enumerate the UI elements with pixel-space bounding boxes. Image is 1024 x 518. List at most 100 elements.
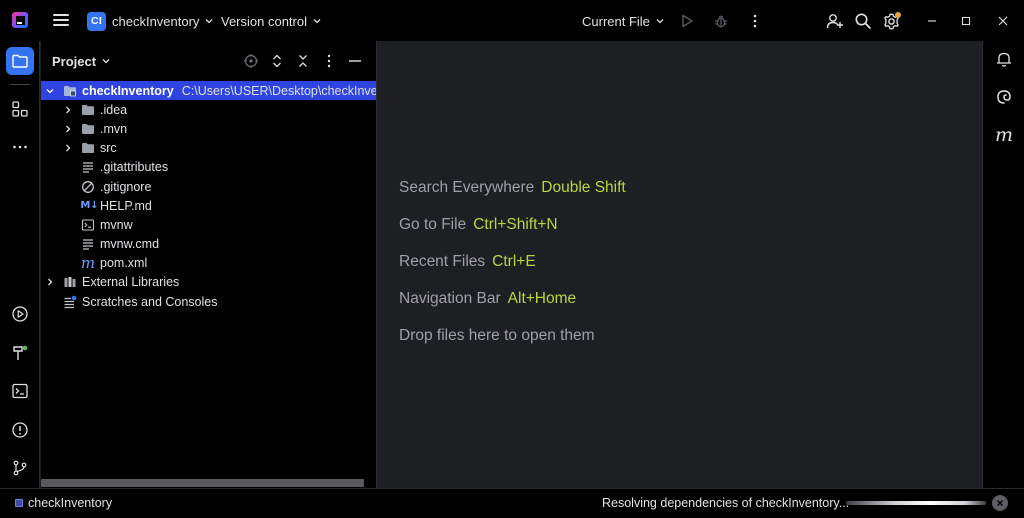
folder-icon xyxy=(12,54,28,68)
chevron-down-icon xyxy=(102,59,110,64)
tree-item-label: .mvn xyxy=(100,121,128,136)
more-vertical-icon xyxy=(753,14,757,28)
ai-assistant-icon xyxy=(997,90,1011,104)
build-tool-button[interactable] xyxy=(6,339,34,367)
strip-divider xyxy=(10,84,30,85)
status-project-breadcrumb[interactable]: checkInventory xyxy=(15,496,112,510)
run-configuration-selector[interactable]: Current File xyxy=(582,10,664,32)
shortcut: Double Shift xyxy=(541,179,626,196)
tree-item-label: HELP.md xyxy=(100,198,152,213)
tree-item-idea[interactable]: .idea xyxy=(41,100,376,119)
debug-button[interactable] xyxy=(711,11,731,31)
project-tree: checkInventory C:\Users\USER\Desktop\chec… xyxy=(41,81,405,311)
expand-all-button[interactable] xyxy=(268,52,286,70)
git-tool-button[interactable] xyxy=(6,454,34,482)
maven-tool-button[interactable]: m xyxy=(992,123,1016,147)
ai-assistant-button[interactable] xyxy=(992,85,1016,109)
chevron-right-icon[interactable] xyxy=(45,277,55,287)
tree-item-label: pom.xml xyxy=(100,256,148,271)
tree-item-mvn[interactable]: .mvn xyxy=(41,119,376,138)
debug-icon xyxy=(715,15,727,28)
background-task-text[interactable]: Resolving dependencies of checkInventory… xyxy=(602,496,849,510)
tree-item-gitattributes[interactable]: .gitattributes xyxy=(41,158,376,177)
run-tool-button[interactable] xyxy=(6,300,34,328)
maximize-button[interactable] xyxy=(956,11,976,31)
chevron-down-icon xyxy=(313,19,321,24)
editor-area[interactable]: Search Everywhere Double Shift Go to File… xyxy=(376,41,982,488)
folder-icon xyxy=(81,141,95,155)
version-control-menu[interactable]: Version control xyxy=(221,10,321,32)
tree-item-help-md[interactable]: M↓ HELP.md xyxy=(41,196,376,215)
tree-item-project-root[interactable]: checkInventory C:\Users\USER\Desktop\chec… xyxy=(41,81,405,101)
run-icon xyxy=(12,306,28,322)
left-tool-strip xyxy=(0,41,40,488)
tree-item-label: mvnw xyxy=(100,217,133,232)
tree-item-src[interactable]: src xyxy=(41,139,376,158)
run-button[interactable] xyxy=(677,11,697,31)
intellij-logo-icon[interactable] xyxy=(12,12,28,28)
expand-all-icon xyxy=(273,54,281,68)
chevron-right-icon[interactable] xyxy=(63,124,73,134)
git-icon xyxy=(13,460,27,476)
tree-item-scratches[interactable]: Scratches and Consoles xyxy=(41,292,376,311)
main-menu-button[interactable] xyxy=(53,12,69,28)
project-badge: CI xyxy=(87,11,106,31)
tree-item-label: External Libraries xyxy=(82,275,180,290)
chevron-right-icon[interactable] xyxy=(63,143,73,153)
project-panel: Project checkInventory C:\Users\USER\Des… xyxy=(41,41,405,488)
tree-item-pom-xml[interactable]: m pom.xml xyxy=(41,254,376,273)
tree-item-mvnw[interactable]: mvnw xyxy=(41,215,376,234)
collapse-all-button[interactable] xyxy=(294,52,312,70)
collapse-all-icon xyxy=(299,55,307,67)
select-opened-file-button[interactable] xyxy=(242,52,260,70)
text-file-icon xyxy=(81,237,95,251)
tree-item-external-libraries[interactable]: External Libraries xyxy=(41,273,376,292)
problems-tool-button[interactable] xyxy=(6,416,34,444)
module-icon xyxy=(15,499,23,507)
close-icon xyxy=(998,16,1008,26)
run-config-label: Current File xyxy=(582,13,650,29)
structure-tool-button[interactable] xyxy=(6,95,34,123)
cancel-task-button[interactable] xyxy=(992,495,1008,511)
tree-item-label: .gitattributes xyxy=(100,160,169,175)
search-everywhere-button[interactable] xyxy=(853,11,873,31)
hint-recent-files: Recent Files Ctrl+E xyxy=(399,253,536,270)
project-tool-button[interactable] xyxy=(6,47,34,75)
more-actions-button[interactable] xyxy=(745,11,765,31)
chevron-right-icon[interactable] xyxy=(63,105,73,115)
more-vertical-icon xyxy=(327,54,331,68)
minimize-icon xyxy=(928,20,936,22)
close-window-button[interactable] xyxy=(993,11,1013,31)
code-with-me-button[interactable] xyxy=(825,11,845,31)
tree-item-label: checkInventory xyxy=(82,83,174,98)
structure-icon xyxy=(12,101,28,117)
status-project-name: checkInventory xyxy=(28,496,113,510)
tree-item-gitignore[interactable]: .gitignore xyxy=(41,177,376,196)
tree-item-mvnw-cmd[interactable]: mvnw.cmd xyxy=(41,235,376,254)
search-icon xyxy=(855,13,871,29)
project-view-selector[interactable]: Project xyxy=(52,54,110,69)
hide-panel-button[interactable] xyxy=(346,52,364,70)
project-switcher[interactable]: CI checkInventory xyxy=(87,10,213,32)
vcs-label: Version control xyxy=(221,13,307,29)
tree-item-label: mvnw.cmd xyxy=(100,237,160,252)
notifications-button[interactable] xyxy=(992,47,1016,71)
horizontal-scrollbar[interactable] xyxy=(41,479,364,487)
scratches-icon xyxy=(63,295,77,309)
chevron-down-icon[interactable] xyxy=(45,86,55,96)
minimize-button[interactable] xyxy=(922,11,942,31)
text-file-icon xyxy=(81,160,95,174)
ide-settings-button[interactable] xyxy=(882,11,902,31)
gear-icon xyxy=(884,12,901,30)
panel-options-button[interactable] xyxy=(320,52,338,70)
tree-item-label: .idea xyxy=(100,102,128,117)
hint-drop-files: Drop files here to open them xyxy=(399,327,595,344)
more-tool-windows-button[interactable] xyxy=(6,133,34,161)
markdown-icon: M↓ xyxy=(80,200,99,212)
crosshair-icon xyxy=(244,54,258,68)
background-task-progress xyxy=(846,501,986,505)
terminal-tool-button[interactable] xyxy=(6,377,34,405)
chevron-down-icon xyxy=(656,19,664,24)
folder-icon xyxy=(81,103,95,117)
title-bar: CI checkInventory Version control Curren… xyxy=(0,0,1024,41)
